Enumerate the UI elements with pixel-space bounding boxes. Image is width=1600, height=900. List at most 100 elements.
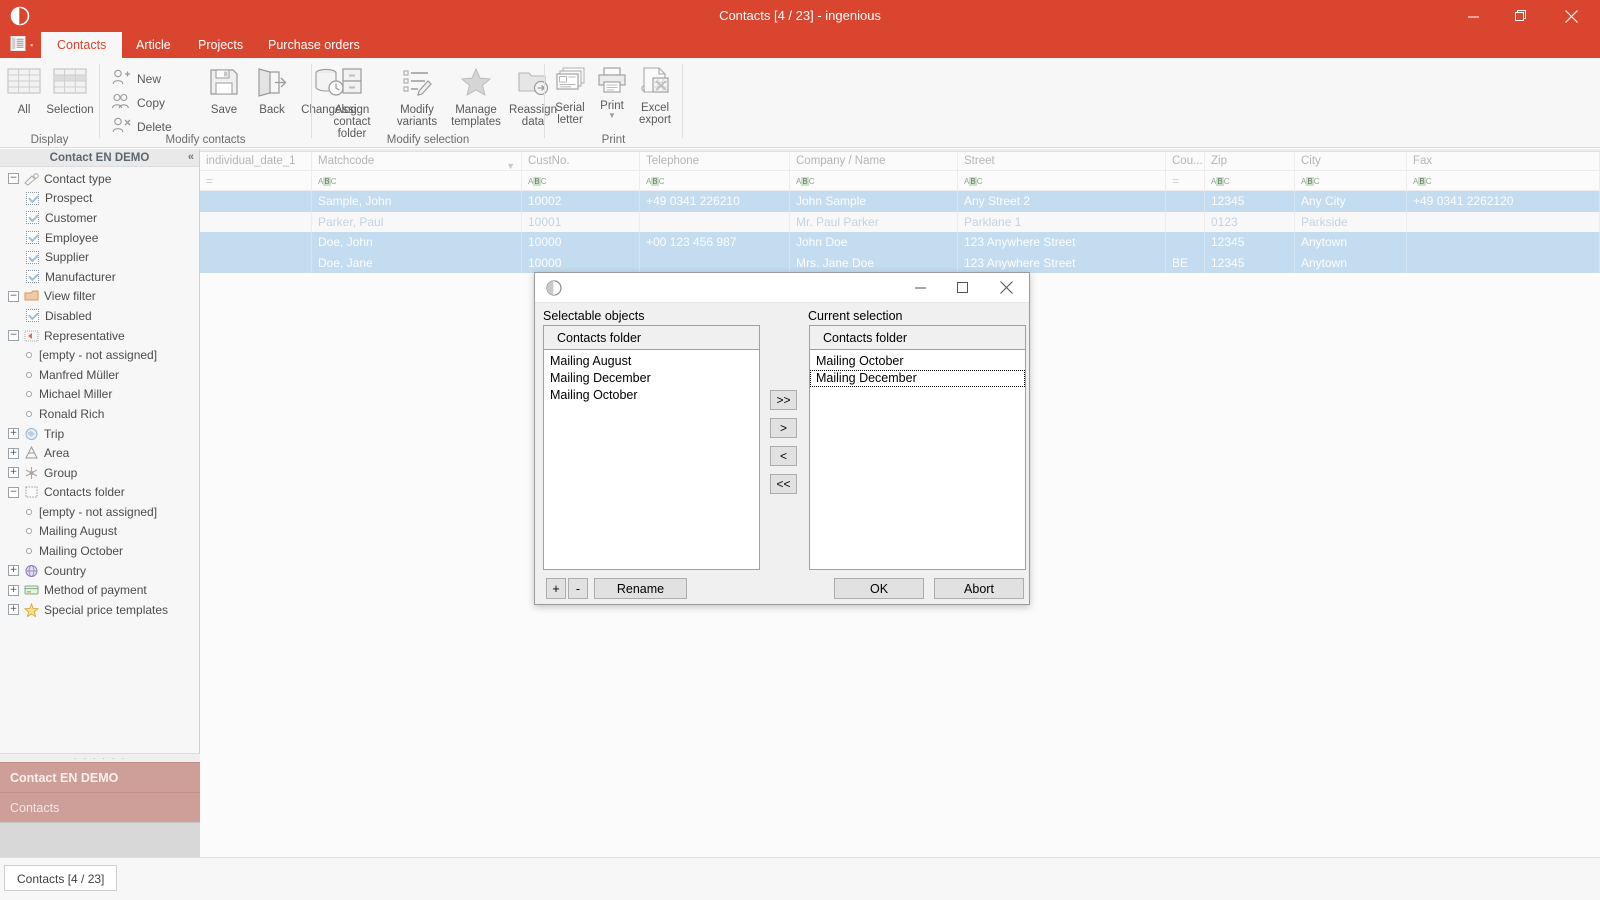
collapse-icon[interactable]: − xyxy=(8,291,19,302)
text-filter-icon[interactable]: ABC xyxy=(1211,177,1229,186)
sidebar-tree-item[interactable]: Customer xyxy=(0,208,199,228)
grid-column-header-zip[interactable]: Zip xyxy=(1205,152,1295,171)
grid-filter-cell-telephone[interactable]: ABC xyxy=(640,171,790,191)
grid-cell-telephone[interactable]: +49 0341 226210 xyxy=(640,191,790,212)
grid-column-header-matchcode[interactable]: Matchcode▼ xyxy=(312,152,522,171)
dialog-minimize-button[interactable] xyxy=(899,273,941,302)
status-tab-contacts[interactable]: Contacts [4 / 23] xyxy=(4,865,117,891)
sidebar-tree-item[interactable]: Employee xyxy=(0,228,199,248)
current-selection-listbox[interactable]: Contacts folder Mailing OctoberMailing D… xyxy=(809,325,1026,570)
sidebar-tree-item[interactable]: +Group xyxy=(0,463,199,483)
ribbon-button-save[interactable]: Save xyxy=(200,66,248,116)
sidebar-tree-item[interactable]: Supplier xyxy=(0,247,199,267)
grid-column-header-individual_date_1[interactable]: individual_date_1 xyxy=(200,152,312,171)
sidebar-tree-item[interactable]: −Contacts folder xyxy=(0,483,199,503)
grid-cell-telephone[interactable]: +00 123 456 987 xyxy=(640,232,790,253)
grid-cell-zip[interactable]: 12345 xyxy=(1205,232,1295,253)
text-filter-icon[interactable]: ABC xyxy=(318,177,336,186)
selectable-objects-listbox[interactable]: Contacts folder Mailing AugustMailing De… xyxy=(543,325,760,570)
grid-row[interactable]: Sample, John10002+49 0341 226210John Sam… xyxy=(200,191,1600,212)
grid-cell-matchcode[interactable]: Parker, Paul xyxy=(312,212,522,233)
sidebar-tree-item[interactable]: +Special price templates xyxy=(0,600,199,620)
grid-cell-company[interactable]: Mrs. Jane Doe xyxy=(790,253,958,274)
grid-cell-zip[interactable]: 12345 xyxy=(1205,253,1295,274)
tree-checkbox[interactable] xyxy=(26,251,39,264)
sidebar-tree-item[interactable]: −View filter xyxy=(0,287,199,307)
tree-checkbox[interactable] xyxy=(26,192,39,205)
ribbon-button-back[interactable]: Back xyxy=(248,66,296,116)
grid-cell-fax[interactable] xyxy=(1407,232,1600,253)
grid-cell-street[interactable]: Any Street 2 xyxy=(958,191,1166,212)
sidebar-tree-item[interactable]: +Country xyxy=(0,561,199,581)
grid-cell-individual_date_1[interactable] xyxy=(200,253,312,274)
expand-icon[interactable]: + xyxy=(8,448,19,459)
grid-cell-zip[interactable]: 12345 xyxy=(1205,191,1295,212)
grid-row[interactable]: Doe, John10000+00 123 456 987John Doe123… xyxy=(200,232,1600,253)
grid-cell-city[interactable]: Any City xyxy=(1295,191,1407,212)
text-filter-icon[interactable]: ABC xyxy=(1413,177,1431,186)
text-filter-icon[interactable]: ABC xyxy=(964,177,982,186)
grid-cell-custno[interactable]: 10000 xyxy=(522,253,640,274)
tab-contacts[interactable]: Contacts xyxy=(41,32,122,58)
grid-filter-cell-city[interactable]: ABC xyxy=(1295,171,1407,191)
grid-column-header-company[interactable]: Company / Name xyxy=(790,152,958,171)
current-selection-item[interactable]: Mailing October xyxy=(810,353,1025,370)
ribbon-button-assign-contact-folder[interactable]: Assign contact folder xyxy=(316,66,388,140)
grid-cell-company[interactable]: John Sample xyxy=(790,191,958,212)
current-selection-item[interactable]: Mailing December xyxy=(810,370,1025,387)
selectable-object-item[interactable]: Mailing October xyxy=(544,387,759,404)
expand-icon[interactable]: + xyxy=(8,565,19,576)
grid-cell-matchcode[interactable]: Sample, John xyxy=(312,191,522,212)
grid-cell-custno[interactable]: 10002 xyxy=(522,191,640,212)
move-all-right-button[interactable]: >> xyxy=(770,390,797,410)
collapse-left-icon[interactable]: « xyxy=(188,151,194,163)
grid-filter-cell-custno[interactable]: ABC xyxy=(522,171,640,191)
expand-icon[interactable]: + xyxy=(8,428,19,439)
sidebar-tree-item[interactable]: +Area xyxy=(0,443,199,463)
collapse-icon[interactable]: − xyxy=(8,173,19,184)
grid-cell-country[interactable] xyxy=(1166,232,1205,253)
grid-cell-telephone[interactable] xyxy=(640,212,790,233)
window-close-button[interactable] xyxy=(1548,0,1594,32)
tab-projects[interactable]: Projects xyxy=(182,32,259,58)
grid-cell-street[interactable]: 123 Anywhere Street xyxy=(958,253,1166,274)
grid-cell-country[interactable]: BE xyxy=(1166,253,1205,274)
grid-cell-custno[interactable]: 10001 xyxy=(522,212,640,233)
expand-icon[interactable]: + xyxy=(8,467,19,478)
grid-cell-country[interactable] xyxy=(1166,212,1205,233)
move-all-left-button[interactable]: << xyxy=(770,474,797,494)
sidebar-panel-contact-en-demo[interactable]: Contact EN DEMO xyxy=(0,762,200,792)
grid-cell-matchcode[interactable]: Doe, Jane xyxy=(312,253,522,274)
grid-cell-city[interactable]: Anytown xyxy=(1295,232,1407,253)
ok-button[interactable]: OK xyxy=(834,578,924,599)
sidebar-tree-item[interactable]: Manfred Müller xyxy=(0,365,199,385)
sidebar-tree-item[interactable]: Mailing August xyxy=(0,522,199,542)
ribbon-button-print[interactable]: Print ▼ xyxy=(592,66,632,120)
tab-article[interactable]: Article xyxy=(120,32,187,58)
selectable-object-item[interactable]: Mailing August xyxy=(544,353,759,370)
sidebar-tree-item[interactable]: [empty - not assigned] xyxy=(0,345,199,365)
sidebar-tree-item[interactable]: +Trip xyxy=(0,424,199,444)
collapse-icon[interactable]: − xyxy=(8,330,19,341)
dialog-close-button[interactable] xyxy=(985,273,1027,302)
grid-cell-fax[interactable] xyxy=(1407,212,1600,233)
add-folder-button[interactable]: + xyxy=(546,578,566,599)
ribbon-button-all[interactable]: All xyxy=(4,66,44,116)
ribbon-button-selection[interactable]: Selection xyxy=(44,66,96,116)
grid-cell-matchcode[interactable]: Doe, John xyxy=(312,232,522,253)
grid-cell-zip[interactable]: 0123 xyxy=(1205,212,1295,233)
sidebar-tree-item[interactable]: [empty - not assigned] xyxy=(0,502,199,522)
grid-cell-fax[interactable] xyxy=(1407,253,1600,274)
app-menu-button[interactable]: ▪ xyxy=(4,32,42,58)
collapse-icon[interactable]: − xyxy=(8,487,19,498)
selectable-object-item[interactable]: Mailing December xyxy=(544,370,759,387)
grid-filter-cell-fax[interactable]: ABC xyxy=(1407,171,1600,191)
text-filter-icon[interactable]: ABC xyxy=(1301,177,1319,186)
grid-cell-city[interactable]: Anytown xyxy=(1295,253,1407,274)
tree-checkbox[interactable] xyxy=(26,309,39,322)
ribbon-button-serial-letter[interactable]: Serial letter xyxy=(548,66,592,126)
sidebar-tree-item[interactable]: Mailing October xyxy=(0,541,199,561)
sidebar-splitter[interactable]: · · · · · · xyxy=(0,753,200,762)
abort-button[interactable]: Abort xyxy=(934,578,1024,599)
tree-checkbox[interactable] xyxy=(26,211,39,224)
